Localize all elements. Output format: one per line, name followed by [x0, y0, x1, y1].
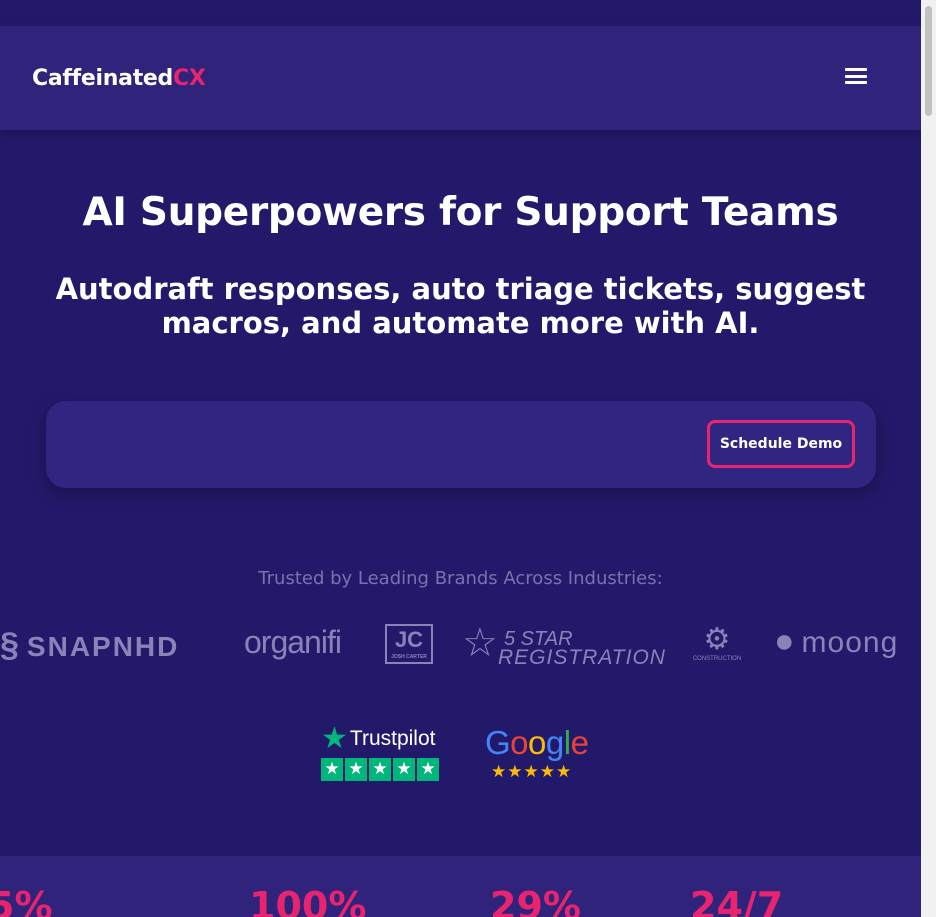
star-icon: ★ — [417, 758, 439, 781]
star-icon: ★ — [345, 758, 367, 781]
stat-value: 100% — [249, 884, 367, 917]
registration-text: REGISTRATION — [498, 646, 666, 669]
brand-logo[interactable]: CaffeinatedCX — [32, 66, 206, 91]
snapnhd-logo: § SNAPNHD — [0, 626, 179, 665]
jc-sub-text: JOSH CARTER — [391, 654, 427, 660]
star-outline-icon: ☆ — [462, 621, 498, 665]
hamburger-icon[interactable] — [845, 68, 867, 86]
trustpilot-label: Trustpilot — [349, 727, 436, 750]
hero-subtitle: Autodraft responses, auto triage tickets… — [55, 272, 866, 340]
jc-text: JC — [394, 627, 424, 652]
google-logo: Google — [485, 724, 589, 761]
trusted-heading: Trusted by Leading Brands Across Industr… — [258, 568, 663, 589]
star-icon: ★ — [321, 758, 343, 781]
snapnhd-mark-icon: § — [0, 626, 21, 664]
globe-icon: ● — [774, 622, 796, 660]
stats-section: 5% 100% 29% 24/7 — [0, 856, 921, 917]
google-badge[interactable]: Google ★★★★★ — [485, 724, 595, 784]
trustpilot-name: ★ Trustpilot — [321, 724, 445, 754]
gear-icon: ⚙ — [703, 623, 731, 656]
trustpilot-rating: ★ ★ ★ ★ ★ — [321, 758, 445, 781]
snapnhd-text: SNAPNHD — [26, 631, 180, 662]
construction-logo: ⚙ CONSTRUCTION — [690, 624, 744, 666]
scrollbar-thumb[interactable] — [925, 6, 932, 116]
brand-logos-strip: § SNAPNHD organifi JC JOSH CARTER ☆ 5 STAR… — [0, 618, 921, 670]
trustpilot-star-icon: ★ — [321, 722, 348, 755]
organifi-logo: organifi — [244, 624, 342, 660]
construction-text: CONSTRUCTION — [692, 656, 742, 662]
navbar: CaffeinatedCX — [0, 26, 921, 130]
cta-box: Schedule Demo — [46, 401, 876, 488]
stat-value: 29% — [490, 884, 581, 917]
page: CaffeinatedCX AI Superpowers for Support… — [0, 0, 921, 917]
google-rating: ★★★★★ — [491, 762, 573, 782]
stat-value: 5% — [0, 884, 53, 917]
josh-carter-logo: JC JOSH CARTER — [385, 624, 433, 664]
star-icon: ★ — [369, 758, 391, 781]
stat-value: 24/7 — [690, 884, 784, 917]
hero-title: AI Superpowers for Support Teams — [82, 190, 839, 235]
schedule-demo-button[interactable]: Schedule Demo — [707, 420, 855, 468]
star-icon: ★ — [393, 758, 415, 781]
moong-text: moong — [801, 626, 899, 659]
trustpilot-badge[interactable]: ★ Trustpilot ★ ★ ★ ★ ★ — [321, 724, 445, 784]
page-scrollbar[interactable] — [921, 0, 936, 917]
brand-name: Caffeinated — [32, 66, 173, 91]
brand-accent: CX — [173, 66, 206, 91]
moong-logo: ● moong — [774, 622, 898, 661]
